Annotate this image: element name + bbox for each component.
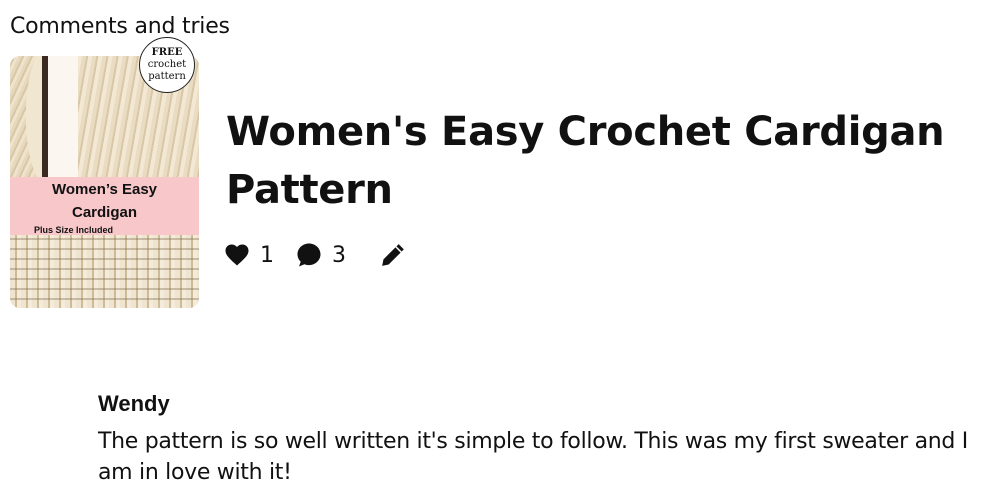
free-pattern-badge: FREE crochet pattern xyxy=(139,37,195,93)
badge-line2: crochet xyxy=(147,59,187,70)
pin-title[interactable]: Women's Easy Crochet Cardigan Pattern xyxy=(226,103,946,219)
comments-count: 3 xyxy=(332,242,346,268)
likes-count: 1 xyxy=(260,242,274,268)
thumbnail-caption-line3: Plus Size Included xyxy=(34,225,114,235)
thumbnail-caption-band: Women’s Easy Cardigan Plus Size Included xyxy=(10,177,199,235)
comment-icon[interactable] xyxy=(296,242,322,268)
thumbnail-photo-bottom xyxy=(10,235,199,308)
comment-text: The pattern is so well written it's simp… xyxy=(98,429,968,485)
pin-thumbnail[interactable]: Women’s Easy Cardigan Plus Size Included xyxy=(10,56,199,308)
thumbnail-caption-line2: Cardigan xyxy=(71,204,137,221)
pencil-icon[interactable] xyxy=(380,242,406,268)
pin-stats: 1 3 xyxy=(224,238,406,272)
heart-icon[interactable] xyxy=(224,242,250,268)
badge-line3: pattern xyxy=(148,71,186,82)
comment-author[interactable]: Wendy xyxy=(98,390,983,418)
thumbnail-caption-line1: Women’s Easy xyxy=(51,181,158,198)
section-title: Comments and tries xyxy=(10,14,230,39)
comment-item: Wendy The pattern is so well written it'… xyxy=(98,390,983,488)
badge-line1: FREE xyxy=(151,47,183,58)
